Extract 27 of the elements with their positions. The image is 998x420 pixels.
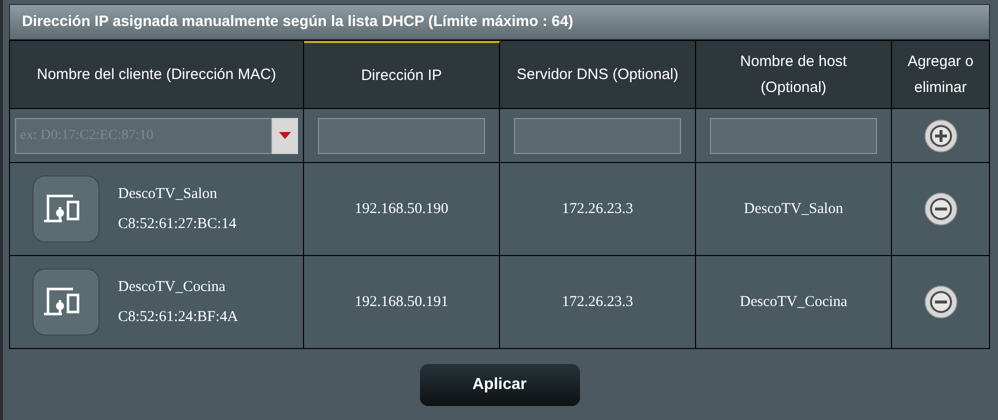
remove-icon[interactable] — [924, 285, 958, 319]
mac-address: C8:52:61:27:BC:14 — [118, 215, 236, 234]
add-icon[interactable] — [924, 118, 958, 152]
device-icon — [32, 268, 100, 336]
section-title: Dirección IP asignada manualmente según la lista DHCP (Límite máximo : 64) — [9, 4, 990, 40]
ip-address: 192.168.50.191 — [354, 292, 448, 312]
column-header[interactable]: Nombre de host (Optional) — [696, 41, 892, 109]
device-icon — [32, 175, 100, 243]
column-header[interactable]: Dirección IP — [304, 41, 500, 109]
dns-server: 172.26.23.3 — [562, 200, 634, 219]
client-name: DescoTV_Cocina — [118, 278, 226, 296]
host-name: DescoTV_Cocina — [740, 292, 848, 312]
remove-icon[interactable] — [924, 192, 958, 226]
caret-icon — [279, 132, 291, 139]
client-name: DescoTV_Salon — [118, 184, 218, 204]
column-header[interactable]: Nombre del cliente (Dirección MAC) — [10, 41, 304, 109]
host-input[interactable] — [710, 118, 877, 154]
dns-input[interactable] — [514, 118, 681, 154]
host-name: DescoTV_Salon — [744, 200, 844, 219]
mac-address: C8:52:61:24:BF:4A — [118, 308, 238, 327]
dns-server: 172.26.23.3 — [562, 292, 634, 312]
column-header[interactable]: Servidor DNS (Optional) — [500, 41, 696, 109]
column-header[interactable]: Agregar o eliminar — [892, 41, 990, 109]
apply-button[interactable]: Aplicar — [420, 364, 580, 406]
ip-address: 192.168.50.190 — [354, 200, 448, 219]
ip-input[interactable] — [318, 118, 485, 154]
dropdown-button[interactable] — [272, 118, 298, 154]
